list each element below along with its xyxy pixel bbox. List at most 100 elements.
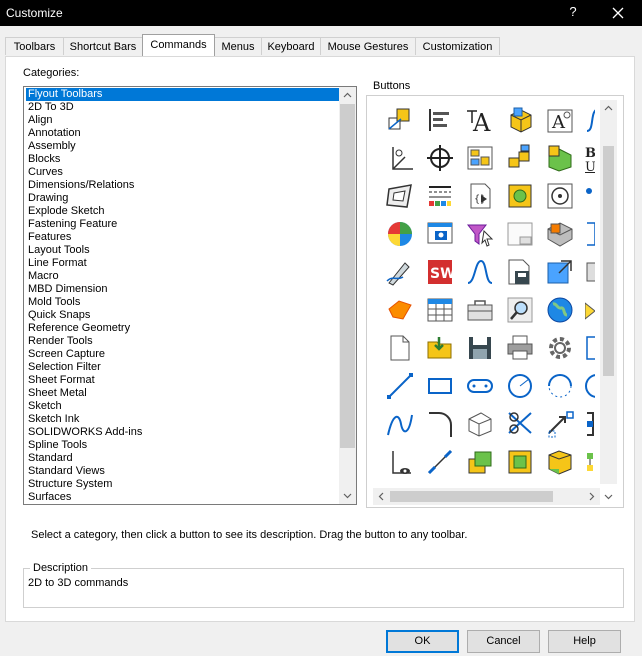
settings-gear-icon[interactable] — [545, 333, 575, 363]
category-item[interactable]: Layout Tools — [26, 244, 341, 257]
render-sphere-icon[interactable] — [385, 219, 415, 249]
note-icon[interactable]: A — [545, 105, 575, 135]
partial-icon[interactable] — [585, 333, 595, 363]
print-icon[interactable] — [505, 333, 535, 363]
scroll-down-icon[interactable] — [339, 487, 356, 504]
partial-icon[interactable] — [585, 371, 595, 401]
rectangle-icon[interactable] — [425, 371, 455, 401]
sheet-frame-icon[interactable] — [385, 181, 415, 211]
view-arrow-icon[interactable] — [545, 257, 575, 287]
category-item[interactable]: Standard Views — [26, 465, 341, 478]
scrollbar-thumb[interactable] — [390, 491, 553, 502]
toolbox-icon[interactable] — [465, 295, 495, 325]
tab-customization[interactable]: Customization — [415, 37, 500, 55]
tab-mouse-gestures[interactable]: Mouse Gestures — [320, 37, 416, 55]
flag-icon[interactable] — [385, 295, 415, 325]
category-item[interactable]: Standard — [26, 452, 341, 465]
tab-shortcut-bars[interactable]: Shortcut Bars — [63, 37, 143, 55]
revolve-icon[interactable] — [505, 447, 535, 477]
cancel-button[interactable]: Cancel — [467, 630, 540, 653]
category-item[interactable]: Line Format — [26, 257, 341, 270]
partial-icon[interactable] — [585, 257, 595, 287]
fillet-icon[interactable] — [425, 409, 455, 439]
category-item[interactable]: Dimensions/Relations — [26, 179, 341, 192]
category-item[interactable]: Annotation — [26, 127, 341, 140]
scroll-left-icon[interactable] — [373, 488, 390, 505]
category-item[interactable]: Surfaces — [26, 491, 341, 504]
scroll-up-icon[interactable] — [339, 87, 356, 104]
category-item[interactable]: Render Tools — [26, 335, 341, 348]
globe-icon[interactable] — [545, 295, 575, 325]
tab-menus[interactable]: Menus — [214, 37, 262, 55]
filter-icon[interactable] — [465, 219, 495, 249]
buttons-vertical-scrollbar[interactable] — [600, 100, 617, 484]
crosshair-icon[interactable] — [425, 143, 455, 173]
help-button[interactable]: Help — [548, 630, 621, 653]
category-item[interactable]: Blocks — [26, 153, 341, 166]
iso-view-icon[interactable] — [385, 105, 415, 135]
partial-icon[interactable] — [585, 447, 595, 477]
table-icon[interactable] — [425, 295, 455, 325]
slot-icon[interactable] — [465, 371, 495, 401]
trim-icon[interactable] — [505, 409, 535, 439]
scrollbar-thumb[interactable] — [340, 104, 355, 448]
assembly-blocks-icon[interactable] — [505, 143, 535, 173]
spline-draw-icon[interactable] — [385, 409, 415, 439]
scroll-right-icon[interactable] — [583, 488, 600, 505]
partial-icon[interactable] — [585, 219, 595, 249]
category-item[interactable]: Align — [26, 114, 341, 127]
sketch-pen-icon[interactable] — [385, 257, 415, 287]
sheet-format-icon[interactable] — [505, 219, 535, 249]
category-item[interactable]: Reference Geometry — [26, 322, 341, 335]
category-item[interactable]: Screen Capture — [26, 348, 341, 361]
category-item[interactable]: Curves — [26, 166, 341, 179]
align-left-icon[interactable] — [425, 105, 455, 135]
category-item[interactable]: Quick Snaps — [26, 309, 341, 322]
gear-yellow-icon[interactable] — [505, 181, 535, 211]
category-item[interactable]: Sketch Ink — [26, 413, 341, 426]
line-format-icon[interactable] — [425, 181, 455, 211]
text-style-icon[interactable]: A — [465, 105, 495, 137]
category-item[interactable]: Mold Tools — [26, 296, 341, 309]
circle-icon[interactable] — [505, 371, 535, 401]
plane-icon[interactable] — [465, 409, 495, 439]
category-item[interactable]: Structure System — [26, 478, 341, 491]
convert-icon[interactable] — [545, 409, 575, 439]
help-icon[interactable]: ? — [566, 4, 580, 19]
category-item[interactable]: Sheet Format — [26, 374, 341, 387]
categories-list[interactable]: Flyout Toolbars 2D To 3D Align Annotatio… — [23, 86, 357, 505]
scroll-up-icon[interactable] — [600, 100, 617, 117]
scrollbar-thumb[interactable] — [603, 146, 614, 376]
solidworks-logo-icon[interactable]: SW — [425, 257, 456, 287]
bold-underline-icon[interactable]: BU — [585, 143, 595, 175]
tab-keyboard[interactable]: Keyboard — [261, 37, 321, 55]
ok-button[interactable]: OK — [386, 630, 459, 653]
category-item[interactable]: Explode Sketch — [26, 205, 341, 218]
point-icon[interactable] — [585, 181, 595, 211]
extrude-icon[interactable] — [465, 447, 495, 477]
partial-icon[interactable] — [585, 409, 595, 439]
category-item[interactable]: SOLIDWORKS Add-ins — [26, 426, 341, 439]
macro-script-icon[interactable]: {} — [465, 181, 495, 211]
spline-curve-icon[interactable] — [465, 257, 495, 287]
category-item-selected[interactable]: Flyout Toolbars — [26, 88, 341, 101]
category-item[interactable]: Sheet Metal — [26, 387, 341, 400]
category-item[interactable]: Spline Tools — [26, 439, 341, 452]
categories-scrollbar[interactable] — [339, 87, 356, 504]
tab-toolbars[interactable]: Toolbars — [5, 37, 64, 55]
cube-yellow-icon[interactable] — [505, 105, 535, 135]
category-item[interactable]: Assembly — [26, 140, 341, 153]
category-item[interactable]: Features — [26, 231, 341, 244]
open-folder-icon[interactable] — [425, 333, 455, 363]
spline-icon[interactable] — [585, 105, 595, 135]
new-document-icon[interactable] — [385, 333, 415, 363]
magnifier-icon[interactable] — [505, 295, 535, 325]
category-item[interactable]: Sketch — [26, 400, 341, 413]
scroll-down-icon[interactable] — [600, 488, 617, 505]
category-item[interactable]: Drawing — [26, 192, 341, 205]
smart-dimension-icon[interactable] — [425, 447, 455, 477]
screen-capture-icon[interactable] — [425, 219, 455, 249]
category-item[interactable]: 2D To 3D — [26, 101, 341, 114]
tab-commands[interactable]: Commands — [142, 34, 215, 56]
sheet-metal-icon[interactable] — [545, 219, 575, 249]
